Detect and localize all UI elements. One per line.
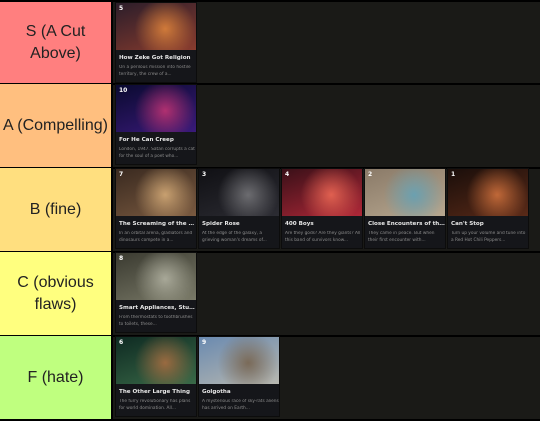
episode-thumbnail [116,337,196,384]
tier-items[interactable]: 8 Smart Appliances, Stup... From thermosta… [115,252,540,335]
episode-title: For He Can Creep [119,137,174,143]
episode-title: Spider Rose [202,221,240,227]
episode-title: The Screaming of the T... [119,221,196,227]
episode-number: 2 [368,171,373,178]
episode-description: Turn up your volume and tune into a Red … [451,231,526,243]
episode-card[interactable]: 7 The Screaming of the T... In an orbital … [115,168,197,249]
episode-thumbnail [365,169,445,216]
episode-title: Can't Stop [451,221,484,227]
episode-description: At the edge of the galaxy, a grieving wo… [202,231,267,243]
episode-number: 3 [202,171,207,178]
episode-thumbnail [116,169,196,216]
episode-card[interactable]: 1 Can't Stop Turn up your volume and tune … [447,168,529,249]
episode-title: The Other Large Thing [119,389,190,395]
tier-items[interactable]: 5 How Zeke Got Religion On a perilous miss… [115,2,540,83]
episode-thumbnail [199,169,279,216]
episode-card[interactable]: 5 How Zeke Got Religion On a perilous miss… [115,2,197,83]
tier-label[interactable]: S (A Cut Above) [0,2,113,83]
tier-row: C (obvious flaws) 8 Smart Appliances, Stup… [0,252,540,337]
tier-label[interactable]: C (obvious flaws) [0,252,113,335]
tier-label[interactable]: B (fine) [0,168,113,251]
episode-description: London, 1947. Satan corrupts a cat for t… [119,147,195,159]
episode-description: A mysterious race of sky-rats aliens has… [202,399,279,411]
episode-card[interactable]: 9 Golgotha A mysterious race of sky-rats a… [198,336,280,417]
tier-row: F (hate) 6 The Other Large Thing The furry … [0,336,540,421]
episode-thumbnail [448,169,528,216]
episode-number: 8 [119,255,124,262]
episode-title: 400 Boys [285,221,314,227]
tier-row: A (Compelling) 10 For He Can Creep London, … [0,84,540,169]
tier-label[interactable]: A (Compelling) [0,84,113,167]
episode-card[interactable]: 10 For He Can Creep London, 1947. Satan co… [115,84,197,165]
episode-thumbnail [116,85,196,132]
episode-description: They came in peace. But when their first… [368,231,435,243]
episode-thumbnail [116,3,196,50]
episode-title: Smart Appliances, Stup... [119,305,196,311]
episode-description: From thermostats to toothbrushes to toil… [119,315,193,327]
episode-number: 7 [119,171,124,178]
episode-number: 9 [202,339,207,346]
episode-number: 1 [451,171,456,178]
episode-card[interactable]: 2 Close Encounters of the... They came in … [364,168,446,249]
episode-thumbnail [282,169,362,216]
tier-label[interactable]: F (hate) [0,336,113,419]
episode-title: Close Encounters of the... [368,221,445,227]
episode-description: Are they gods? Are they giants? All this… [285,231,361,243]
tier-row: S (A Cut Above) 5 How Zeke Got Religion On … [0,0,540,85]
episode-title: How Zeke Got Religion [119,55,191,61]
tier-list-board: S (A Cut Above) 5 How Zeke Got Religion On … [0,0,540,421]
tier-row: B (fine) 7 The Screaming of the T... In an … [0,168,540,253]
episode-card[interactable]: 6 The Other Large Thing The furry revoluti… [115,336,197,417]
episode-card[interactable]: 4 400 Boys Are they gods? Are they giants?… [281,168,363,249]
episode-thumbnail [199,337,279,384]
episode-card[interactable]: 8 Smart Appliances, Stup... From thermosta… [115,252,197,333]
episode-number: 10 [119,87,128,94]
episode-description: The furry revolutionary has plans for wo… [119,399,191,411]
episode-number: 4 [285,171,290,178]
episode-card[interactable]: 3 Spider Rose At the edge of the galaxy, a… [198,168,280,249]
tier-items[interactable]: 6 The Other Large Thing The furry revoluti… [115,336,540,419]
episode-title: Golgotha [202,389,231,395]
episode-number: 5 [119,5,124,12]
episode-number: 6 [119,339,124,346]
episode-description: On a perilous mission into hostile terri… [119,65,191,77]
episode-description: In an orbital arena, gladiators and dino… [119,231,193,243]
episode-thumbnail [116,253,196,300]
tier-items[interactable]: 7 The Screaming of the T... In an orbital … [115,168,540,251]
tier-items[interactable]: 10 For He Can Creep London, 1947. Satan co… [115,84,540,167]
